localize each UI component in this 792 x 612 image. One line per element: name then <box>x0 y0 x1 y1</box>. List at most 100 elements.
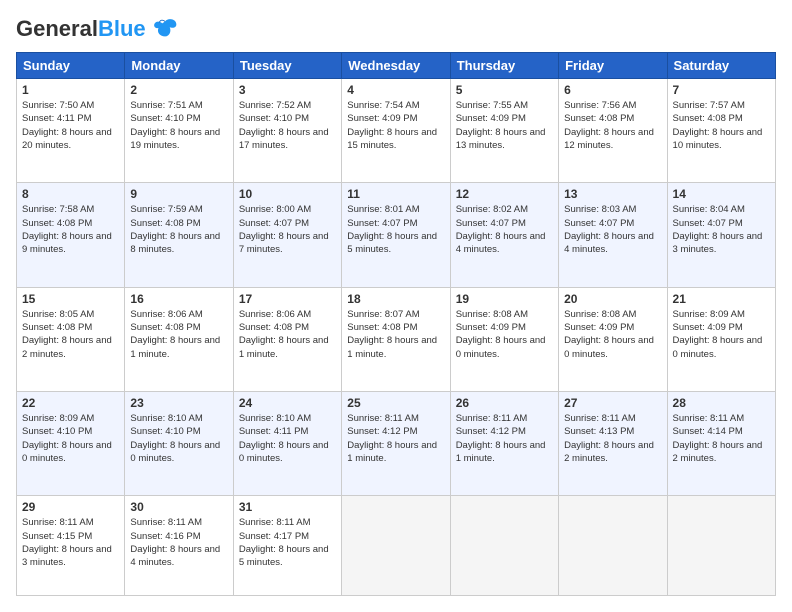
daylight-label: Daylight: 8 hours and 20 minutes. <box>22 127 112 151</box>
day-info: Sunrise: 7:50 AM Sunset: 4:11 PM Dayligh… <box>22 99 119 152</box>
day-info: Sunrise: 7:56 AM Sunset: 4:08 PM Dayligh… <box>564 99 661 152</box>
calendar-day-cell: 29 Sunrise: 8:11 AM Sunset: 4:15 PM Dayl… <box>17 496 125 596</box>
logo-bird-icon <box>151 14 179 42</box>
sunrise-label: Sunrise: 8:02 AM <box>456 204 528 215</box>
col-thursday: Thursday <box>450 53 558 79</box>
sunset-label: Sunset: 4:09 PM <box>673 322 743 333</box>
sunrise-label: Sunrise: 8:11 AM <box>456 413 528 424</box>
sunset-label: Sunset: 4:07 PM <box>456 218 526 229</box>
daylight-label: Daylight: 8 hours and 0 minutes. <box>564 335 654 359</box>
daylight-label: Daylight: 8 hours and 1 minute. <box>130 335 220 359</box>
sunrise-label: Sunrise: 8:04 AM <box>673 204 745 215</box>
day-info: Sunrise: 8:11 AM Sunset: 4:16 PM Dayligh… <box>130 516 227 569</box>
sunset-label: Sunset: 4:15 PM <box>22 531 92 542</box>
sunset-label: Sunset: 4:09 PM <box>456 322 526 333</box>
calendar-day-cell: 14 Sunrise: 8:04 AM Sunset: 4:07 PM Dayl… <box>667 183 775 287</box>
sunset-label: Sunset: 4:08 PM <box>130 322 200 333</box>
day-info: Sunrise: 8:02 AM Sunset: 4:07 PM Dayligh… <box>456 203 553 256</box>
daylight-label: Daylight: 8 hours and 8 minutes. <box>130 231 220 255</box>
sunset-label: Sunset: 4:16 PM <box>130 531 200 542</box>
sunset-label: Sunset: 4:08 PM <box>564 113 634 124</box>
calendar-day-cell: 3 Sunrise: 7:52 AM Sunset: 4:10 PM Dayli… <box>233 79 341 183</box>
day-number: 18 <box>347 292 444 306</box>
daylight-label: Daylight: 8 hours and 1 minute. <box>239 335 329 359</box>
calendar-day-cell: 31 Sunrise: 8:11 AM Sunset: 4:17 PM Dayl… <box>233 496 341 596</box>
day-number: 2 <box>130 83 227 97</box>
day-info: Sunrise: 7:59 AM Sunset: 4:08 PM Dayligh… <box>130 203 227 256</box>
calendar-day-cell: 19 Sunrise: 8:08 AM Sunset: 4:09 PM Dayl… <box>450 287 558 391</box>
day-number: 17 <box>239 292 336 306</box>
daylight-label: Daylight: 8 hours and 2 minutes. <box>673 440 763 464</box>
col-saturday: Saturday <box>667 53 775 79</box>
day-info: Sunrise: 8:08 AM Sunset: 4:09 PM Dayligh… <box>456 308 553 361</box>
day-number: 27 <box>564 396 661 410</box>
day-info: Sunrise: 8:11 AM Sunset: 4:14 PM Dayligh… <box>673 412 770 465</box>
col-friday: Friday <box>559 53 667 79</box>
daylight-label: Daylight: 8 hours and 1 minute. <box>456 440 546 464</box>
sunset-label: Sunset: 4:07 PM <box>564 218 634 229</box>
sunset-label: Sunset: 4:09 PM <box>456 113 526 124</box>
day-info: Sunrise: 7:52 AM Sunset: 4:10 PM Dayligh… <box>239 99 336 152</box>
day-info: Sunrise: 8:11 AM Sunset: 4:12 PM Dayligh… <box>456 412 553 465</box>
sunrise-label: Sunrise: 7:55 AM <box>456 100 528 111</box>
sunset-label: Sunset: 4:10 PM <box>130 426 200 437</box>
daylight-label: Daylight: 8 hours and 0 minutes. <box>22 440 112 464</box>
day-number: 9 <box>130 187 227 201</box>
daylight-label: Daylight: 8 hours and 10 minutes. <box>673 127 763 151</box>
day-info: Sunrise: 7:54 AM Sunset: 4:09 PM Dayligh… <box>347 99 444 152</box>
calendar-day-cell <box>450 496 558 596</box>
calendar-day-cell: 15 Sunrise: 8:05 AM Sunset: 4:08 PM Dayl… <box>17 287 125 391</box>
calendar-day-cell: 9 Sunrise: 7:59 AM Sunset: 4:08 PM Dayli… <box>125 183 233 287</box>
page: GeneralBlue Sunday Monday Tuesday Wednes… <box>0 0 792 612</box>
calendar-day-cell: 18 Sunrise: 8:07 AM Sunset: 4:08 PM Dayl… <box>342 287 450 391</box>
sunset-label: Sunset: 4:08 PM <box>673 113 743 124</box>
day-number: 19 <box>456 292 553 306</box>
day-info: Sunrise: 8:04 AM Sunset: 4:07 PM Dayligh… <box>673 203 770 256</box>
daylight-label: Daylight: 8 hours and 17 minutes. <box>239 127 329 151</box>
daylight-label: Daylight: 8 hours and 5 minutes. <box>347 231 437 255</box>
calendar-day-cell: 12 Sunrise: 8:02 AM Sunset: 4:07 PM Dayl… <box>450 183 558 287</box>
day-number: 6 <box>564 83 661 97</box>
sunset-label: Sunset: 4:07 PM <box>673 218 743 229</box>
col-tuesday: Tuesday <box>233 53 341 79</box>
logo: GeneralBlue <box>16 16 179 42</box>
daylight-label: Daylight: 8 hours and 3 minutes. <box>673 231 763 255</box>
sunset-label: Sunset: 4:08 PM <box>22 218 92 229</box>
sunrise-label: Sunrise: 8:08 AM <box>564 309 636 320</box>
daylight-label: Daylight: 8 hours and 2 minutes. <box>564 440 654 464</box>
sunset-label: Sunset: 4:12 PM <box>347 426 417 437</box>
day-info: Sunrise: 8:10 AM Sunset: 4:11 PM Dayligh… <box>239 412 336 465</box>
day-info: Sunrise: 8:06 AM Sunset: 4:08 PM Dayligh… <box>239 308 336 361</box>
sunset-label: Sunset: 4:11 PM <box>22 113 92 124</box>
calendar-day-cell: 26 Sunrise: 8:11 AM Sunset: 4:12 PM Dayl… <box>450 392 558 496</box>
calendar-week-row: 22 Sunrise: 8:09 AM Sunset: 4:10 PM Dayl… <box>17 392 776 496</box>
sunrise-label: Sunrise: 8:11 AM <box>130 517 202 528</box>
daylight-label: Daylight: 8 hours and 4 minutes. <box>130 544 220 568</box>
sunrise-label: Sunrise: 8:01 AM <box>347 204 419 215</box>
day-number: 26 <box>456 396 553 410</box>
day-number: 29 <box>22 500 119 514</box>
day-info: Sunrise: 7:55 AM Sunset: 4:09 PM Dayligh… <box>456 99 553 152</box>
calendar-day-cell: 1 Sunrise: 7:50 AM Sunset: 4:11 PM Dayli… <box>17 79 125 183</box>
day-info: Sunrise: 8:05 AM Sunset: 4:08 PM Dayligh… <box>22 308 119 361</box>
daylight-label: Daylight: 8 hours and 1 minute. <box>347 440 437 464</box>
calendar-day-cell: 8 Sunrise: 7:58 AM Sunset: 4:08 PM Dayli… <box>17 183 125 287</box>
daylight-label: Daylight: 8 hours and 4 minutes. <box>456 231 546 255</box>
calendar-day-cell <box>342 496 450 596</box>
day-info: Sunrise: 7:57 AM Sunset: 4:08 PM Dayligh… <box>673 99 770 152</box>
sunrise-label: Sunrise: 7:57 AM <box>673 100 745 111</box>
calendar-day-cell: 10 Sunrise: 8:00 AM Sunset: 4:07 PM Dayl… <box>233 183 341 287</box>
sunset-label: Sunset: 4:10 PM <box>22 426 92 437</box>
sunrise-label: Sunrise: 8:07 AM <box>347 309 419 320</box>
sunset-label: Sunset: 4:08 PM <box>130 218 200 229</box>
daylight-label: Daylight: 8 hours and 9 minutes. <box>22 231 112 255</box>
calendar-day-cell: 2 Sunrise: 7:51 AM Sunset: 4:10 PM Dayli… <box>125 79 233 183</box>
sunset-label: Sunset: 4:10 PM <box>130 113 200 124</box>
calendar-day-cell: 4 Sunrise: 7:54 AM Sunset: 4:09 PM Dayli… <box>342 79 450 183</box>
day-number: 31 <box>239 500 336 514</box>
sunrise-label: Sunrise: 8:11 AM <box>564 413 636 424</box>
sunrise-label: Sunrise: 7:52 AM <box>239 100 311 111</box>
day-info: Sunrise: 8:07 AM Sunset: 4:08 PM Dayligh… <box>347 308 444 361</box>
calendar-day-cell: 20 Sunrise: 8:08 AM Sunset: 4:09 PM Dayl… <box>559 287 667 391</box>
day-info: Sunrise: 7:51 AM Sunset: 4:10 PM Dayligh… <box>130 99 227 152</box>
